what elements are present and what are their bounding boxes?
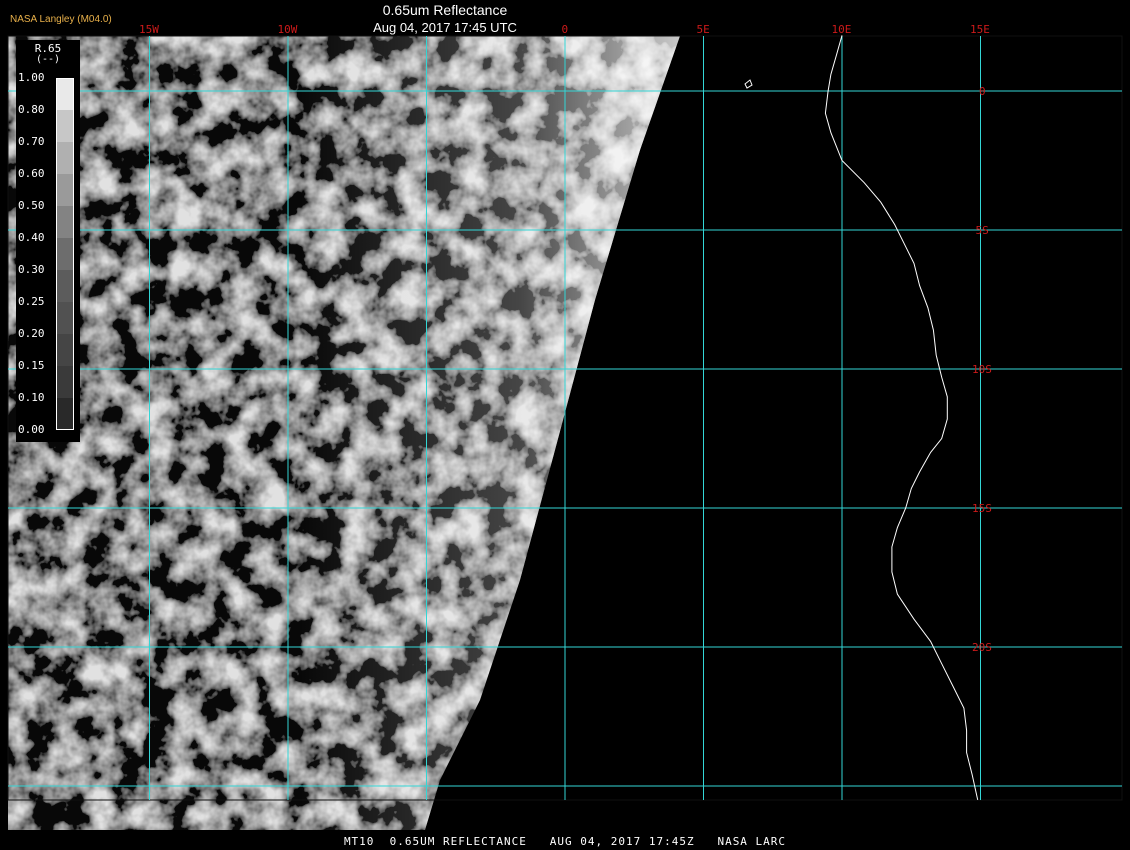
legend-tick-label: 0.25 [18, 295, 45, 308]
legend-tick-label: 1.00 [18, 71, 45, 84]
legend-tick-label: 0.10 [18, 391, 45, 404]
color-legend: R.65 (--) 1.00 0.80 0.70 0.60 0.50 0.40 0.30 0.… [16, 40, 80, 442]
legend-tick-label: 0.60 [18, 167, 45, 180]
latitude-label: 0 [979, 85, 986, 98]
image-title: 0.65um Reflectance [382, 2, 508, 18]
legend-tick-label: 0.30 [18, 263, 45, 276]
latitude-label: 10S [972, 363, 992, 376]
image-timestamp: Aug 04, 2017 17:45 UTC [373, 20, 517, 35]
legend-unit: (--) [35, 54, 61, 65]
latitude-label: 20S [972, 641, 992, 654]
legend-tick-label: 0.00 [18, 423, 45, 436]
legend-bar-border [56, 78, 74, 430]
reflectance-map: 15W 10W 0 5E 10E 15E05S10S15S20S [0, 0, 1130, 850]
satellite-image-viewer: 15W 10W 0 5E 10E 15E 0 5S 10S 15S 20S NASA Langley… [0, 0, 1130, 850]
legend-tick-label: 0.70 [18, 135, 45, 148]
footer-caption: MT10 0.65UM REFLECTANCE AUG 04, 2017 17:… [343, 835, 787, 848]
latitude-label: 15S [972, 502, 992, 515]
latitude-label: 5S [976, 224, 989, 237]
legend-tick-label: 0.20 [18, 327, 45, 340]
legend-tick-label: 0.50 [18, 199, 45, 212]
legend-tick-label: 0.15 [18, 359, 45, 372]
legend-tick-label: 0.80 [18, 103, 45, 116]
legend-tick-label: 0.40 [18, 231, 45, 244]
longitude-label: 15E [970, 23, 990, 36]
